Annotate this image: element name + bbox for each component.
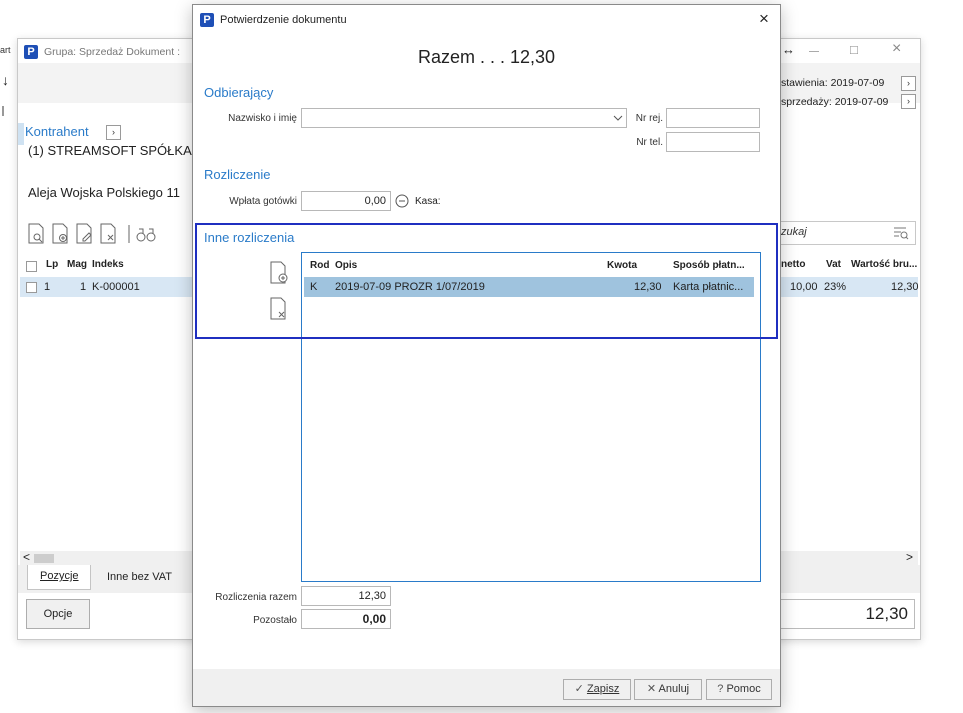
- cash-field[interactable]: 0,00: [301, 191, 391, 211]
- col-netto[interactable]: netto: [781, 259, 805, 270]
- maximize-icon[interactable]: □: [850, 42, 858, 57]
- search-input[interactable]: zukaj: [778, 221, 916, 245]
- issue-date-button[interactable]: ›: [901, 76, 916, 91]
- tel-label: Nr tel.: [636, 137, 663, 148]
- col-indeks[interactable]: Indeks: [92, 259, 124, 270]
- app-logo-icon: P: [24, 45, 38, 59]
- tab-inne-bez-vat[interactable]: Inne bez VAT: [107, 571, 172, 583]
- minus-circle-icon[interactable]: [394, 193, 410, 209]
- help-button[interactable]: ? Pomoc: [706, 679, 772, 700]
- row-lp: 1: [44, 281, 51, 293]
- scroll-right-icon[interactable]: >: [906, 550, 913, 564]
- settlements-list[interactable]: Rod Opis Kwota Sposób płatn... K 2019-07…: [301, 252, 761, 582]
- section-odbierajacy: Odbierający: [204, 85, 274, 100]
- x-icon: ✕: [646, 683, 657, 695]
- dialog-logo-icon: P: [200, 13, 214, 27]
- sale-date-button[interactable]: ›: [901, 94, 916, 109]
- reg-label: Nr rej.: [635, 113, 663, 124]
- item-opis: 2019-07-09 PROZR 1/07/2019: [335, 281, 485, 293]
- col-sposob[interactable]: Sposób płatn...: [673, 260, 745, 271]
- confirmation-dialog: P Potwierdzenie dokumentu × Razem . . . …: [192, 4, 781, 707]
- window-title: Grupa: Sprzedaż Dokument :: [44, 46, 180, 58]
- row-brutto: 12,30: [891, 281, 919, 293]
- row-checkbox[interactable]: [26, 282, 37, 293]
- section-inne-rozliczenia: Inne rozliczenia: [204, 230, 295, 245]
- name-combo[interactable]: [301, 108, 627, 128]
- dialog-close-icon[interactable]: ×: [759, 9, 769, 29]
- table-row-right[interactable]: 10,00 23% 12,30: [780, 277, 919, 297]
- dialog-title: Potwierdzenie dokumentu: [220, 14, 347, 26]
- reg-field[interactable]: [666, 108, 760, 128]
- kontrahent-name: (1) STREAMSOFT SPÓŁKA: [28, 143, 192, 158]
- save-label: Zapisz: [586, 683, 620, 695]
- toolbar-icons: [28, 223, 156, 244]
- name-label: Nazwisko i imię: [228, 113, 297, 124]
- col-opis[interactable]: Opis: [335, 260, 357, 271]
- col-mag[interactable]: Mag: [67, 259, 87, 270]
- list-item[interactable]: K 2019-07-09 PROZR 1/07/2019 12,30 Karta…: [304, 277, 754, 297]
- close-window-icon[interactable]: ×: [892, 40, 901, 58]
- kontrahent-address: Aleja Wojska Polskiego 11: [28, 185, 180, 200]
- col-kwota[interactable]: Kwota: [607, 260, 637, 271]
- options-button[interactable]: Opcje: [26, 599, 90, 629]
- col-lp[interactable]: Lp: [46, 259, 58, 270]
- cancel-label: Anuluj: [658, 683, 690, 695]
- search-list-icon[interactable]: [893, 226, 909, 240]
- scroll-left-icon[interactable]: <: [23, 550, 30, 564]
- help-label: Pomoc: [726, 683, 761, 695]
- row-vat: 23%: [824, 281, 847, 293]
- tab-pozycje[interactable]: Pozycje: [27, 565, 91, 590]
- kasa-label: Kasa:: [415, 196, 441, 207]
- select-all-checkbox[interactable]: [26, 261, 37, 272]
- cancel-button[interactable]: ✕ Anuluj: [634, 679, 702, 700]
- section-rozliczenie: Rozliczenie: [204, 167, 271, 182]
- left-edge-text: art: [0, 45, 11, 55]
- row-netto: 10,00: [790, 281, 818, 293]
- scroll-thumb[interactable]: [34, 554, 54, 563]
- tel-field[interactable]: [666, 132, 760, 152]
- restore-icon[interactable]: ↔: [782, 42, 795, 57]
- col-vat[interactable]: Vat: [826, 259, 841, 270]
- col-rod[interactable]: Rod: [310, 260, 329, 271]
- chevron-down-icon[interactable]: [613, 115, 623, 122]
- kontrahent-button[interactable]: ›: [106, 125, 121, 140]
- item-sposob: Karta płatnic...: [673, 281, 744, 293]
- kontrahent-label[interactable]: Kontrahent: [25, 124, 89, 139]
- left-edge-marker: [2, 106, 4, 116]
- check-icon: ✓: [574, 683, 584, 695]
- row-indeks: K-000001: [92, 281, 140, 293]
- item-kwota: 12,30: [634, 281, 662, 293]
- add-document-icon[interactable]: [268, 261, 290, 285]
- total-field: 12,30: [778, 599, 915, 629]
- col-brutto[interactable]: Wartość bru...: [851, 259, 917, 270]
- sale-date: sprzedaży: 2019-07-09: [781, 96, 889, 108]
- issue-date: stawienia: 2019-07-09: [781, 77, 885, 89]
- remaining-value: 0,00: [301, 609, 391, 629]
- item-rod: K: [310, 281, 318, 293]
- settlements-total-value: 12,30: [301, 586, 391, 606]
- help-icon: ?: [717, 683, 724, 695]
- minimize-icon[interactable]: [809, 51, 819, 52]
- row-marker: [18, 123, 24, 145]
- down-arrow-icon: ↓: [2, 72, 9, 88]
- dialog-total: Razem . . . 12,30: [417, 47, 556, 67]
- settlements-total-label: Rozliczenia razem: [215, 592, 297, 603]
- table-row[interactable]: 1 1 K-000001: [20, 277, 192, 297]
- remaining-label: Pozostało: [253, 615, 297, 626]
- cash-label: Wpłata gotówki: [229, 196, 297, 207]
- delete-document-icon[interactable]: [268, 297, 290, 321]
- row-mag: 1: [80, 281, 87, 293]
- save-button[interactable]: ✓ Zapisz: [563, 679, 631, 700]
